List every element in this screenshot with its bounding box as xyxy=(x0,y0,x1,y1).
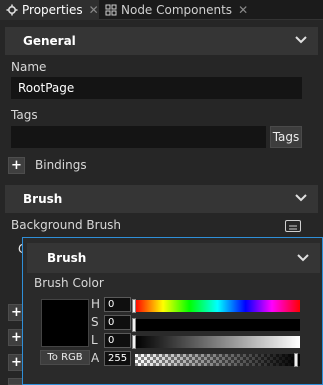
brush-popup-title: Brush xyxy=(47,251,87,265)
add-binding-button[interactable]: + xyxy=(8,157,25,174)
section-general-header[interactable]: General xyxy=(5,27,318,55)
saturation-slider-handle[interactable] xyxy=(132,318,136,332)
hue-slider-handle[interactable] xyxy=(132,299,136,313)
brush-popup-header[interactable]: Brush xyxy=(27,243,320,273)
color-swatch[interactable] xyxy=(41,299,89,347)
tab-properties-label: Properties xyxy=(22,3,83,17)
name-label: Name xyxy=(11,60,47,74)
hue-label: H xyxy=(91,297,101,311)
plus-icon: + xyxy=(11,305,22,320)
saturation-label: S xyxy=(91,315,99,329)
chevron-down-icon[interactable] xyxy=(294,191,308,205)
tab-properties[interactable]: Properties ✕ xyxy=(0,0,99,20)
alpha-slider-handle[interactable] xyxy=(294,353,298,367)
components-icon xyxy=(105,4,117,16)
brush-editor-icon[interactable] xyxy=(285,220,301,232)
lightness-slider[interactable] xyxy=(135,336,300,348)
alpha-input[interactable]: 255 xyxy=(104,351,131,366)
brush-color-label: Brush Color xyxy=(34,276,104,290)
to-rgb-button[interactable]: To RGB xyxy=(40,350,90,365)
hue-slider[interactable] xyxy=(135,300,300,312)
tab-bar: Properties ✕ Node Components ✕ xyxy=(0,0,323,20)
tab-node-components-label: Node Components xyxy=(121,3,233,17)
hue-input[interactable]: 0 xyxy=(104,297,131,312)
tags-input[interactable] xyxy=(11,126,266,148)
close-icon[interactable]: ✕ xyxy=(89,3,99,17)
plus-icon: + xyxy=(11,158,22,173)
name-field[interactable]: RootPage xyxy=(11,77,302,99)
bindings-label: Bindings xyxy=(35,158,87,172)
plus-icon: + xyxy=(11,330,22,345)
saturation-slider[interactable] xyxy=(135,319,300,331)
tab-node-components[interactable]: Node Components ✕ xyxy=(101,0,251,20)
alpha-slider[interactable] xyxy=(135,354,300,366)
background-brush-label: Background Brush xyxy=(11,218,122,232)
plus-icon: + xyxy=(11,355,22,370)
tags-button[interactable]: Tags xyxy=(270,126,302,148)
saturation-input[interactable]: 0 xyxy=(104,315,131,330)
close-icon[interactable]: ✕ xyxy=(238,3,248,17)
section-brush-title: Brush xyxy=(23,192,63,206)
gear-icon xyxy=(6,4,18,16)
section-brush-header[interactable]: Brush xyxy=(5,185,318,213)
alpha-label: A xyxy=(91,351,100,365)
section-general-title: General xyxy=(23,34,76,48)
lightness-input[interactable]: 0 xyxy=(104,333,131,348)
lightness-slider-handle[interactable] xyxy=(132,335,136,349)
chevron-down-icon[interactable] xyxy=(294,33,308,47)
lightness-label: L xyxy=(91,333,98,347)
tags-label: Tags xyxy=(11,108,38,122)
brush-popup: Brush Brush Color To RGB H 0 S 0 L 0 A 2… xyxy=(22,237,323,385)
chevron-down-icon[interactable] xyxy=(296,251,310,265)
